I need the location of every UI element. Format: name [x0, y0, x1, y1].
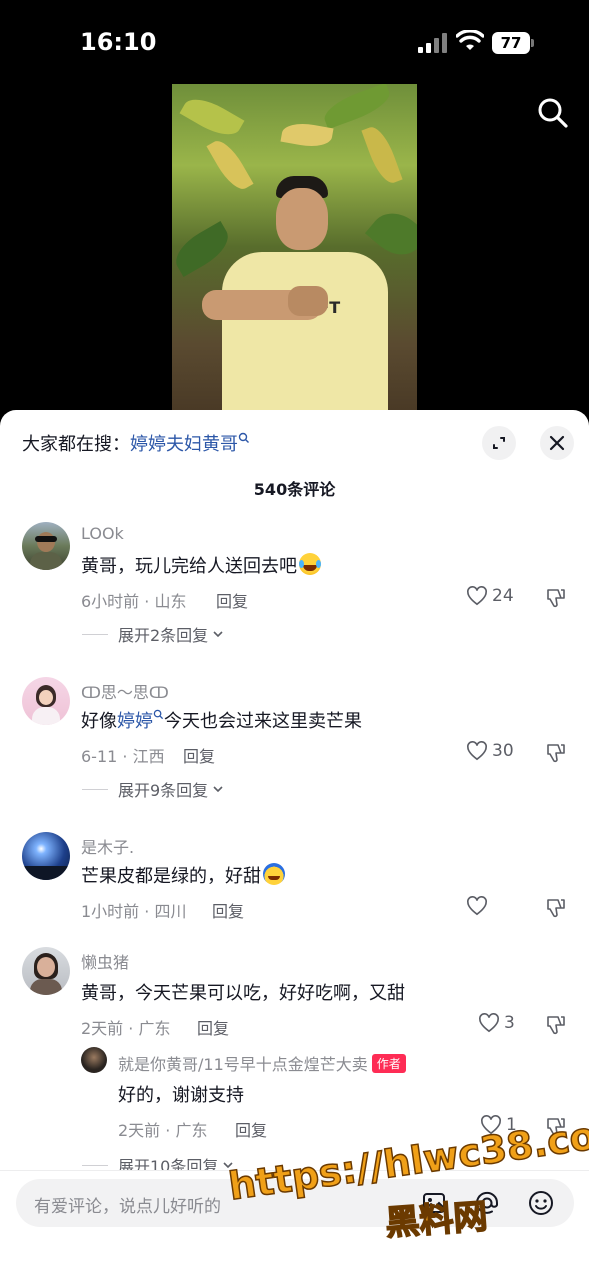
comment-username[interactable]: LOOk — [81, 524, 124, 543]
comment-meta: 6小时前 · 山东 — [81, 592, 187, 611]
author-avatar[interactable] — [81, 1047, 107, 1073]
watermark-name: 黑料网 — [383, 1196, 489, 1245]
battery-icon: 77 — [492, 32, 534, 54]
comment-count: 540条评论 — [253, 480, 336, 499]
status-time: 16:10 — [80, 28, 157, 56]
comment-meta: 1小时前 · 四川 — [81, 902, 187, 921]
comment-text: 芒果皮都是绿的，好甜 — [81, 862, 285, 888]
comment-username[interactable]: 懒虫猪 — [81, 949, 129, 973]
wifi-icon — [456, 30, 484, 50]
laughing-tears-emoji-icon — [299, 553, 321, 575]
dislike-icon[interactable] — [545, 587, 567, 609]
expand-replies-label: 展开2条回复 — [118, 626, 209, 645]
reply-meta: 2天前 · 广东 — [118, 1121, 208, 1140]
like-button[interactable] — [466, 896, 492, 916]
close-icon — [549, 435, 565, 451]
expand-replies-label: 展开9条回复 — [118, 781, 209, 800]
comment-search-keyword[interactable]: 婷婷 — [117, 711, 153, 732]
comment-text: 好像婷婷 今天也会过来这里卖芒果 — [81, 707, 362, 733]
trending-search[interactable]: 大家都在搜：婷婷夫妇黄哥 — [22, 430, 250, 456]
heart-icon — [467, 586, 487, 606]
like-button[interactable]: 30 — [466, 741, 514, 761]
search-icon — [238, 432, 249, 443]
reply-username-text: 就是你黄哥/11号早十点金煌芒大卖 — [118, 1055, 368, 1074]
comment-username[interactable]: 是木子. — [81, 834, 134, 858]
dislike-icon[interactable] — [545, 742, 567, 764]
expand-replies[interactable]: 展开9条回复 — [82, 777, 225, 801]
reply-button[interactable]: 回复 — [183, 743, 215, 767]
status-bar: 16:10 77 — [0, 0, 589, 84]
trending-search-keyword[interactable]: 婷婷夫妇黄哥 — [130, 434, 238, 455]
expand-sheet-button[interactable] — [482, 426, 516, 460]
like-button[interactable]: 3 — [478, 1013, 515, 1033]
reply-text: 好的，谢谢支持 — [118, 1085, 244, 1106]
comment-meta: 6-11 · 江西 — [81, 747, 165, 766]
emoji-icon[interactable] — [527, 1189, 555, 1217]
battery-level: 77 — [492, 32, 530, 54]
comment-meta: 2天前 · 广东 — [81, 1019, 171, 1038]
comment-text: 黄哥，今天芒果可以吃，好好吃啊，又甜 — [81, 983, 405, 1004]
chevron-down-icon — [213, 786, 223, 793]
chevron-down-icon — [213, 631, 223, 638]
expand-icon — [493, 437, 505, 449]
cellular-signal-icon — [418, 33, 448, 53]
like-count: 30 — [492, 741, 514, 761]
comment-text-body: 黄哥，玩儿完给人送回去吧 — [81, 556, 297, 577]
avatar[interactable] — [22, 677, 70, 725]
like-count: 24 — [492, 586, 514, 606]
heart-icon — [467, 741, 487, 761]
avatar[interactable] — [22, 522, 70, 570]
comment-text-before: 好像 — [81, 711, 117, 732]
reply-button[interactable]: 回复 — [197, 1015, 229, 1039]
heart-icon — [467, 896, 487, 916]
dislike-icon[interactable] — [545, 1014, 567, 1036]
avatar[interactable] — [22, 947, 70, 995]
like-button[interactable]: 24 — [466, 586, 514, 606]
sweat-smile-emoji-icon — [263, 863, 285, 885]
author-badge: 作者 — [371, 1054, 406, 1073]
dislike-icon[interactable] — [545, 897, 567, 919]
comment-input-placeholder: 有爱评论，说点儿好听的 — [34, 1197, 221, 1217]
like-count: 3 — [504, 1013, 515, 1033]
heart-icon — [479, 1013, 499, 1033]
video-player[interactable]: AL AFT — [172, 84, 417, 410]
reply-button[interactable]: 回复 — [212, 898, 244, 922]
expand-replies[interactable]: 展开2条回复 — [82, 622, 225, 646]
comment-username[interactable]: ↀ思～思ↀ — [81, 679, 169, 703]
search-icon — [153, 709, 164, 720]
reply-username[interactable]: 就是你黄哥/11号早十点金煌芒大卖 作者 — [118, 1051, 406, 1075]
search-icon[interactable] — [533, 93, 573, 133]
avatar[interactable] — [22, 832, 70, 880]
comment-text-body: 芒果皮都是绿的，好甜 — [81, 866, 261, 887]
reply-button[interactable]: 回复 — [216, 588, 248, 612]
comment-text: 黄哥，玩儿完给人送回去吧 — [81, 552, 321, 578]
trending-search-prefix: 大家都在搜： — [22, 434, 130, 455]
comment-text-after: 今天也会过来这里卖芒果 — [164, 711, 362, 732]
close-button[interactable] — [540, 426, 574, 460]
reply-button[interactable]: 回复 — [235, 1117, 267, 1141]
